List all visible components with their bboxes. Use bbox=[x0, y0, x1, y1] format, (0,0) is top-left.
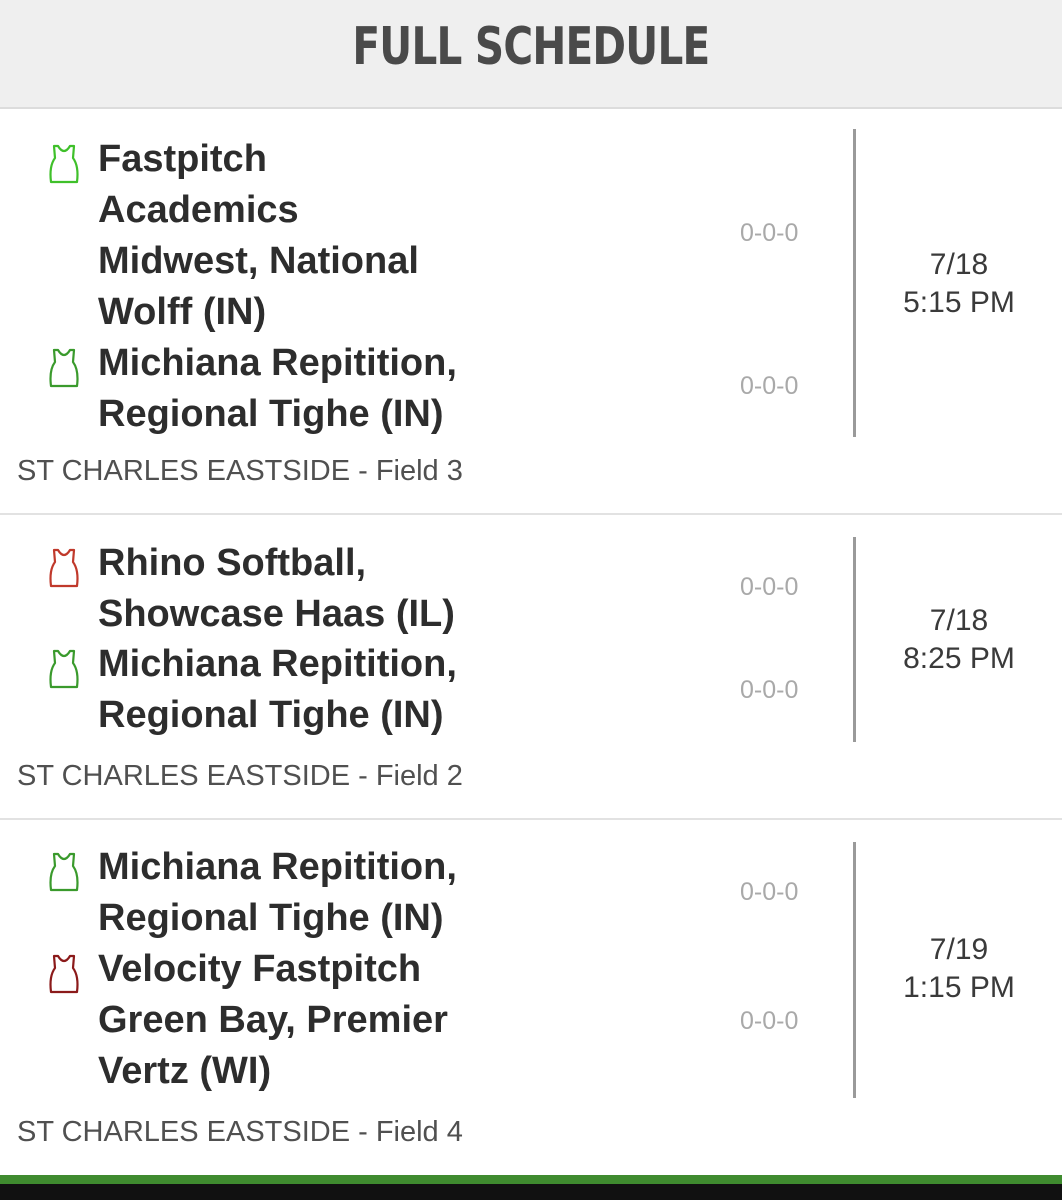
bottom-bar bbox=[0, 1175, 1062, 1200]
team-record: 0-0-0 bbox=[740, 1007, 799, 1035]
game-location: ST CHARLES EASTSIDE - Field 2 bbox=[17, 760, 463, 792]
schedule-header: FULL SCHEDULE bbox=[0, 0, 1062, 109]
game-date: 7/19 bbox=[929, 933, 989, 966]
jersey-green-icon bbox=[49, 348, 79, 388]
team-name: Fastpitch Academics Midwest, National Wo… bbox=[98, 138, 419, 333]
jersey-red-icon bbox=[49, 548, 79, 588]
game-time: 8:25 PM bbox=[903, 642, 1015, 675]
game-datetime: 7/18 5:15 PM bbox=[856, 246, 1062, 322]
jersey-green-icon bbox=[49, 649, 79, 689]
team-record: 0-0-0 bbox=[740, 676, 799, 704]
game-datetime: 7/19 1:15 PM bbox=[856, 931, 1062, 1007]
team-name: Michiana Repitition, Regional Tighe (IN) bbox=[98, 342, 457, 435]
game-date: 7/18 bbox=[929, 604, 989, 637]
team-record: 0-0-0 bbox=[740, 219, 799, 247]
game-location: ST CHARLES EASTSIDE - Field 3 bbox=[17, 455, 463, 487]
team-name: Michiana Repitition, Regional Tighe (IN) bbox=[98, 846, 457, 939]
jersey-green-icon bbox=[49, 852, 79, 892]
team-record: 0-0-0 bbox=[740, 573, 799, 601]
team-name: Rhino Softball, Showcase Haas (IL) bbox=[98, 542, 455, 635]
game-card[interactable]: Rhino Softball, Showcase Haas (IL) Michi… bbox=[0, 515, 1062, 820]
game-location: ST CHARLES EASTSIDE - Field 4 bbox=[17, 1116, 463, 1148]
game-datetime: 7/18 8:25 PM bbox=[856, 602, 1062, 678]
game-card[interactable]: Michiana Repitition, Regional Tighe (IN)… bbox=[0, 820, 1062, 1175]
game-date: 7/18 bbox=[929, 248, 989, 281]
team-name: Velocity Fastpitch Green Bay, Premier Ve… bbox=[98, 948, 448, 1092]
team-name: Michiana Repitition, Regional Tighe (IN) bbox=[98, 643, 457, 736]
game-time: 1:15 PM bbox=[903, 971, 1015, 1004]
game-card[interactable]: Fastpitch Academics Midwest, National Wo… bbox=[0, 109, 1062, 515]
jersey-dark-red-icon bbox=[49, 954, 79, 994]
page-title: FULL SCHEDULE bbox=[352, 16, 710, 77]
team-record: 0-0-0 bbox=[740, 372, 799, 400]
bottom-accent bbox=[0, 1175, 1062, 1184]
jersey-green-icon bbox=[49, 144, 79, 184]
team-record: 0-0-0 bbox=[740, 878, 799, 906]
game-time: 5:15 PM bbox=[903, 286, 1015, 319]
